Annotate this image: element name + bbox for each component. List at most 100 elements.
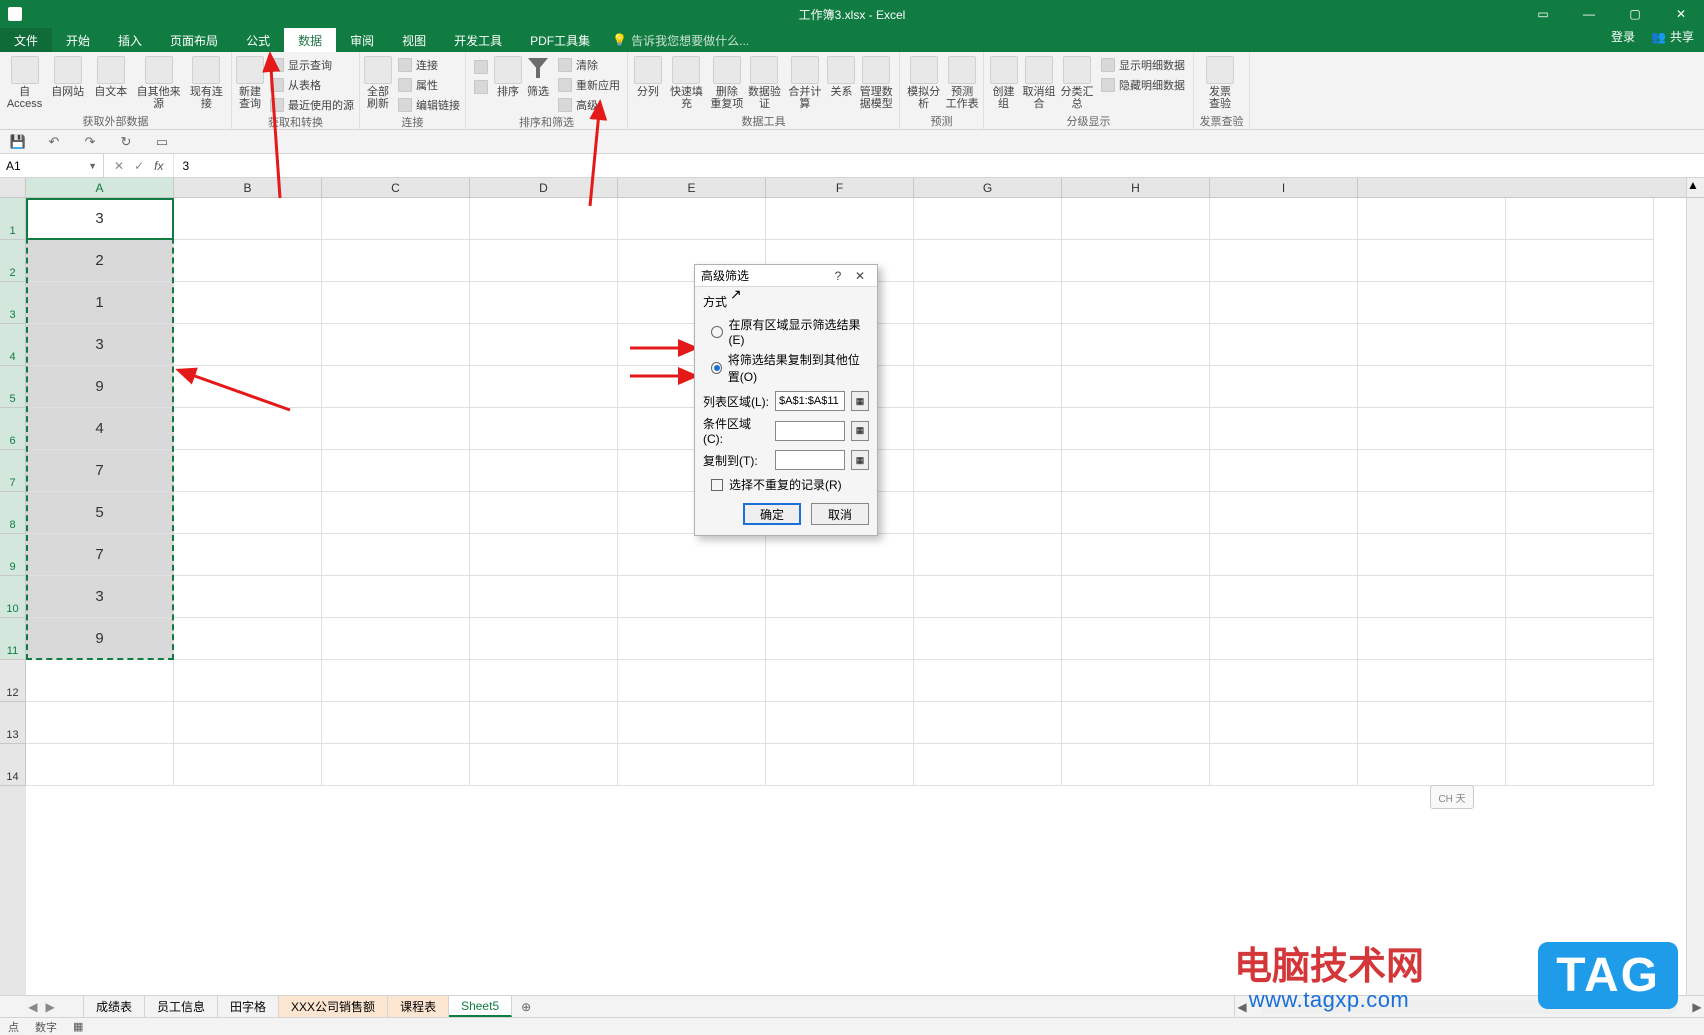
- cell[interactable]: [322, 702, 470, 744]
- cell[interactable]: [1358, 450, 1506, 492]
- cell[interactable]: 3: [26, 576, 174, 618]
- cell[interactable]: [1358, 660, 1506, 702]
- radio-filter-in-place[interactable]: 在原有区域显示筛选结果(E): [703, 314, 869, 349]
- cell[interactable]: [1506, 282, 1654, 324]
- col-header-I[interactable]: I: [1210, 178, 1358, 197]
- clear-filter-button[interactable]: 清除: [554, 56, 624, 74]
- redo-icon[interactable]: ↷: [82, 134, 98, 150]
- cell[interactable]: 7: [26, 534, 174, 576]
- cell[interactable]: [766, 576, 914, 618]
- cell[interactable]: [174, 408, 322, 450]
- tell-me[interactable]: 💡 告诉我您想要做什么...: [612, 28, 749, 52]
- cell[interactable]: [1506, 366, 1654, 408]
- cell[interactable]: [1506, 534, 1654, 576]
- cell[interactable]: [174, 744, 322, 786]
- cell[interactable]: 5: [26, 492, 174, 534]
- cell[interactable]: [322, 660, 470, 702]
- cell[interactable]: [766, 744, 914, 786]
- tab-page-layout[interactable]: 页面布局: [156, 28, 232, 52]
- col-header-C[interactable]: C: [322, 178, 470, 197]
- new-query-button[interactable]: 新建 查询: [236, 54, 264, 110]
- cell[interactable]: [470, 660, 618, 702]
- cell[interactable]: [174, 492, 322, 534]
- cell[interactable]: [470, 282, 618, 324]
- from-text-button[interactable]: 自文本: [90, 54, 131, 98]
- cell[interactable]: 4: [26, 408, 174, 450]
- text-to-columns-button[interactable]: 分列: [632, 54, 664, 98]
- touch-mode-icon[interactable]: ▭: [154, 134, 170, 150]
- row-header[interactable]: 2: [0, 240, 26, 282]
- cell[interactable]: [1358, 366, 1506, 408]
- cell[interactable]: [618, 660, 766, 702]
- cell[interactable]: [174, 366, 322, 408]
- flash-fill-button[interactable]: 快速填充: [666, 54, 707, 110]
- group-button[interactable]: 创建组: [988, 54, 1019, 110]
- radio-copy-to-other[interactable]: 将筛选结果复制到其他位置(O): [703, 349, 869, 387]
- repeat-icon[interactable]: ↻: [118, 134, 134, 150]
- show-detail-button[interactable]: 显示明细数据: [1097, 56, 1189, 74]
- cell[interactable]: [766, 702, 914, 744]
- sheet-tab[interactable]: 课程表: [388, 996, 449, 1017]
- data-validation-button[interactable]: 数据验 证: [747, 54, 783, 110]
- share-button[interactable]: 👥 共享: [1651, 28, 1694, 45]
- cell[interactable]: [1358, 534, 1506, 576]
- cell[interactable]: [1062, 324, 1210, 366]
- cell[interactable]: [322, 198, 470, 240]
- cell[interactable]: [1358, 576, 1506, 618]
- chevron-down-icon[interactable]: ▼: [88, 161, 97, 171]
- cell[interactable]: [470, 450, 618, 492]
- cell[interactable]: [470, 366, 618, 408]
- existing-connections-button[interactable]: 现有连接: [186, 54, 227, 110]
- sheet-next-icon[interactable]: ▶: [46, 1000, 55, 1014]
- cancel-button[interactable]: 取消: [811, 503, 869, 525]
- subtotal-button[interactable]: 分类汇总: [1059, 54, 1095, 110]
- cell[interactable]: [322, 450, 470, 492]
- cell[interactable]: [914, 576, 1062, 618]
- cell[interactable]: [322, 576, 470, 618]
- row-header[interactable]: 6: [0, 408, 26, 450]
- col-header-H[interactable]: H: [1062, 178, 1210, 197]
- sheet-tab[interactable]: XXX公司销售额: [279, 996, 388, 1017]
- cell[interactable]: [1210, 324, 1358, 366]
- login-link[interactable]: 登录: [1611, 28, 1635, 45]
- cell[interactable]: [1358, 324, 1506, 366]
- row-header[interactable]: 14: [0, 744, 26, 786]
- cell[interactable]: [1210, 576, 1358, 618]
- cell[interactable]: [1210, 534, 1358, 576]
- cell[interactable]: [1062, 408, 1210, 450]
- row-header[interactable]: 8: [0, 492, 26, 534]
- cell[interactable]: [322, 240, 470, 282]
- cell[interactable]: [470, 534, 618, 576]
- cell[interactable]: [1062, 198, 1210, 240]
- row-header[interactable]: 7: [0, 450, 26, 492]
- consolidate-button[interactable]: 合并计算: [784, 54, 825, 110]
- sheet-tab[interactable]: 田字格: [218, 996, 279, 1017]
- tab-file[interactable]: 文件: [0, 28, 52, 52]
- tab-review[interactable]: 审阅: [336, 28, 388, 52]
- cell[interactable]: [618, 618, 766, 660]
- col-header-E[interactable]: E: [618, 178, 766, 197]
- ungroup-button[interactable]: 取消组合: [1021, 54, 1057, 110]
- cell[interactable]: 3: [26, 324, 174, 366]
- cell[interactable]: [1358, 492, 1506, 534]
- cell[interactable]: [914, 744, 1062, 786]
- from-other-button[interactable]: 自其他来源: [133, 54, 183, 110]
- row-header[interactable]: 3: [0, 282, 26, 324]
- cell[interactable]: [174, 660, 322, 702]
- cell[interactable]: 3: [26, 198, 174, 240]
- cell[interactable]: [1210, 492, 1358, 534]
- cell[interactable]: [1062, 660, 1210, 702]
- cell[interactable]: [26, 702, 174, 744]
- cell[interactable]: [322, 492, 470, 534]
- sheet-tab[interactable]: 员工信息: [145, 996, 218, 1017]
- cell[interactable]: [1210, 240, 1358, 282]
- tab-data[interactable]: 数据: [284, 28, 336, 52]
- sheet-nav[interactable]: ◀▶: [0, 996, 84, 1017]
- formula-input[interactable]: 3: [174, 154, 1704, 177]
- tab-pdf-tools[interactable]: PDF工具集: [516, 28, 604, 52]
- cell[interactable]: [618, 534, 766, 576]
- cell[interactable]: [1358, 618, 1506, 660]
- forecast-sheet-button[interactable]: 预测 工作表: [945, 54, 979, 110]
- cell[interactable]: [1506, 324, 1654, 366]
- cancel-icon[interactable]: ✕: [114, 159, 124, 173]
